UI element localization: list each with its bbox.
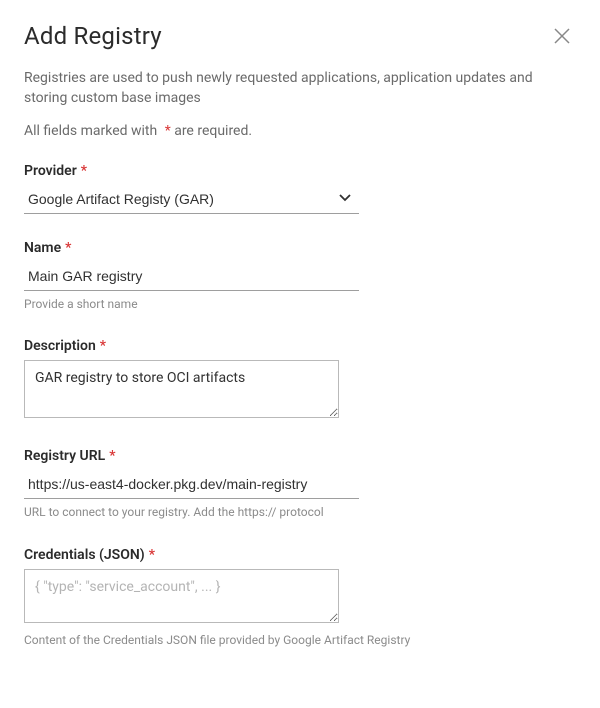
name-input[interactable] bbox=[24, 262, 359, 291]
provider-label: Provider* bbox=[24, 163, 556, 179]
description-field: Description* GAR registry to store OCI a… bbox=[24, 338, 556, 422]
credentials-helper: Content of the Credentials JSON file pro… bbox=[24, 633, 556, 649]
intro-text: Registries are used to push newly reques… bbox=[24, 68, 556, 109]
name-field: Name* Provide a short name bbox=[24, 240, 556, 313]
credentials-textarea[interactable] bbox=[24, 569, 339, 623]
registry-url-label: Registry URL* bbox=[24, 448, 556, 464]
asterisk-icon: * bbox=[65, 240, 71, 256]
asterisk-icon: * bbox=[109, 448, 115, 464]
form-scroll-area[interactable]: Registries are used to push newly reques… bbox=[24, 68, 576, 708]
add-registry-modal: Add Registry Registries are used to push… bbox=[0, 0, 600, 704]
provider-field: Provider* Google Artifact Registy (GAR) bbox=[24, 163, 556, 214]
modal-title: Add Registry bbox=[24, 22, 162, 50]
asterisk-icon: * bbox=[81, 163, 87, 179]
description-label: Description* bbox=[24, 338, 556, 354]
name-helper: Provide a short name bbox=[24, 297, 556, 313]
required-fields-note: All fields marked with * are required. bbox=[24, 123, 556, 139]
credentials-field: Credentials (JSON)* Content of the Crede… bbox=[24, 547, 556, 649]
credentials-label: Credentials (JSON)* bbox=[24, 547, 556, 563]
close-button[interactable] bbox=[548, 22, 576, 50]
registry-url-input[interactable] bbox=[24, 470, 359, 499]
registry-url-helper: URL to connect to your registry. Add the… bbox=[24, 505, 556, 521]
modal-header: Add Registry bbox=[24, 22, 576, 50]
asterisk-icon: * bbox=[100, 338, 106, 354]
provider-select[interactable]: Google Artifact Registy (GAR) bbox=[24, 185, 359, 214]
asterisk-icon: * bbox=[149, 547, 155, 563]
description-textarea[interactable]: GAR registry to store OCI artifacts bbox=[24, 360, 339, 418]
provider-select-value[interactable]: Google Artifact Registy (GAR) bbox=[24, 185, 359, 214]
name-label: Name* bbox=[24, 240, 556, 256]
close-icon bbox=[552, 26, 572, 46]
registry-url-field: Registry URL* URL to connect to your reg… bbox=[24, 448, 556, 521]
asterisk-icon: * bbox=[165, 123, 171, 139]
